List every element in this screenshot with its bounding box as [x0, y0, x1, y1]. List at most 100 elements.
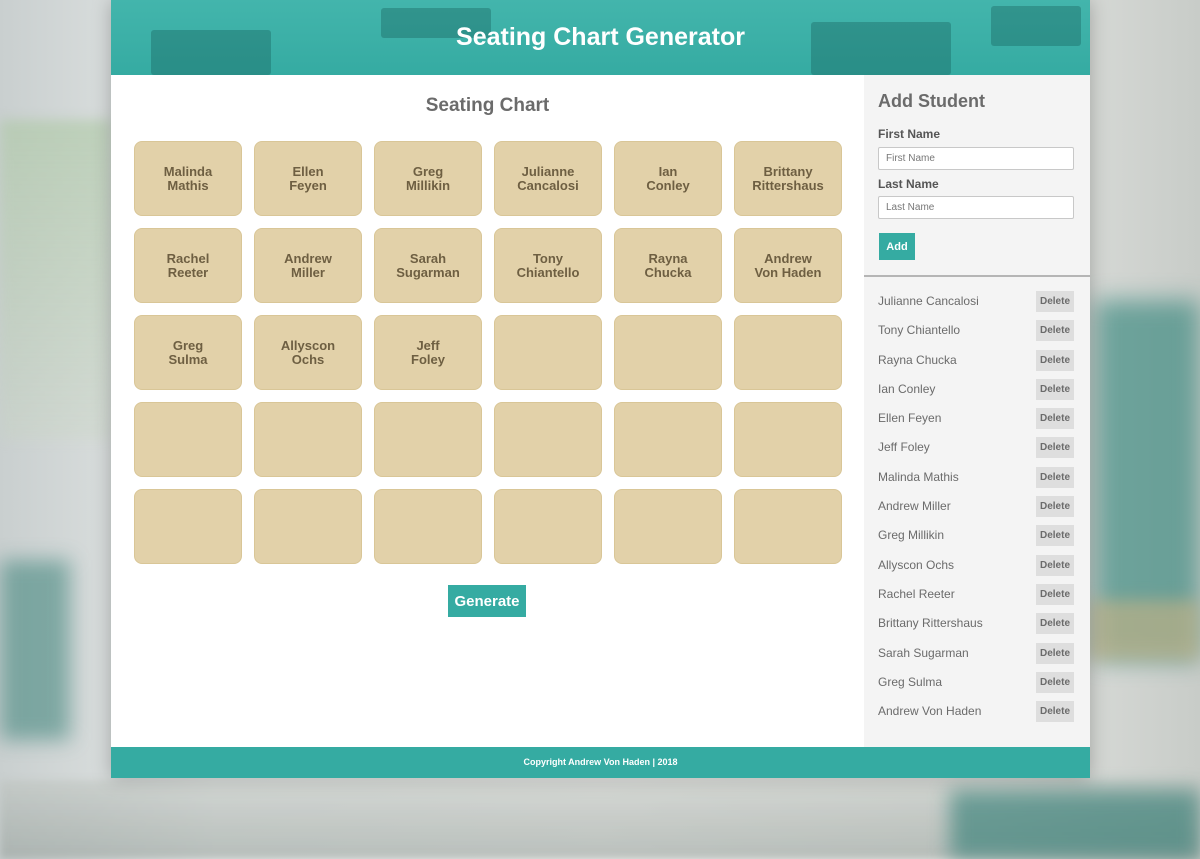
delete-button[interactable]: Delete — [1036, 613, 1074, 635]
seat — [614, 402, 722, 477]
seating-chart-panel: Seating Chart Malinda Mathis Ellen Feyen Gre… — [111, 75, 864, 747]
seat-last-name: Chucka — [644, 264, 692, 280]
delete-button[interactable]: Delete — [1036, 671, 1074, 693]
list-item: Sarah Sugarman Delete — [864, 641, 1090, 670]
student-name: Greg Sulma — [878, 674, 943, 689]
seat-last-name: Miller — [291, 264, 325, 280]
seat — [614, 489, 722, 564]
seat-last-name: Sugarman — [396, 264, 460, 280]
seat-last-name: Feyen — [289, 177, 327, 193]
first-name-input[interactable] — [878, 147, 1074, 170]
list-item: Greg Sulma Delete — [864, 670, 1090, 699]
footer: Copyright Andrew Von Haden | 2018 — [111, 747, 1090, 778]
list-item: Rachel Reeter Delete — [864, 582, 1090, 611]
student-name: Andrew Von Haden — [878, 704, 982, 719]
seat-last-name: Rittershaus — [752, 177, 824, 193]
generate-button[interactable]: Generate — [448, 585, 526, 617]
list-item: Malinda Mathis Delete — [864, 465, 1090, 494]
seat: Rayna Chucka — [614, 228, 722, 303]
seat — [134, 489, 242, 564]
seat — [254, 402, 362, 477]
seat-first-name: Ellen — [292, 163, 324, 179]
list-item: Greg Millikin Delete — [864, 523, 1090, 552]
seat-first-name: Rayna — [648, 250, 688, 266]
student-name: Greg Millikin — [878, 528, 945, 543]
seat: Rachel Reeter — [134, 228, 242, 303]
list-item: Jeff Foley Delete — [864, 435, 1090, 464]
seat — [134, 402, 242, 477]
seat-first-name: Tony — [532, 250, 564, 266]
seat-first-name: Andrew — [284, 250, 332, 266]
list-item: Ellen Feyen Delete — [864, 406, 1090, 435]
seat-first-name: Julianne — [521, 163, 575, 179]
delete-button[interactable]: Delete — [1036, 349, 1074, 371]
seat: Tony Chiantello — [494, 228, 602, 303]
seat-first-name: Sarah — [409, 250, 447, 266]
last-name-input[interactable] — [878, 196, 1074, 219]
seat — [254, 489, 362, 564]
student-sidebar: Add Student First Name Last Name Add Jul… — [864, 75, 1090, 747]
delete-button[interactable]: Delete — [1036, 320, 1074, 342]
seat-grid: Malinda Mathis Ellen Feyen Greg Millikin Julia… — [134, 141, 842, 564]
list-item: Tony Chiantello Delete — [864, 318, 1090, 347]
last-name-label: Last Name — [878, 177, 939, 191]
seat-last-name: Von Haden — [754, 264, 822, 280]
list-item: Julianne Cancalosi Delete — [864, 289, 1090, 318]
seat: Greg Millikin — [374, 141, 482, 216]
seat-first-name: Brittany — [763, 163, 813, 179]
background-blur-teal-right — [1095, 300, 1200, 660]
app-window: Seating Chart Generator Seating Chart Ma… — [111, 0, 1090, 778]
student-name: Ian Conley — [878, 381, 936, 396]
background-blur-left — [0, 120, 111, 440]
seat-first-name: Allyscon — [280, 337, 336, 353]
student-name: Jeff Foley — [878, 440, 930, 455]
seat-last-name: Ochs — [291, 351, 325, 367]
seat-last-name: Millikin — [405, 177, 451, 193]
seat — [734, 402, 842, 477]
delete-button[interactable]: Delete — [1036, 378, 1074, 400]
background-blur-wood — [1090, 600, 1200, 660]
list-item: Brittany Rittershaus Delete — [864, 611, 1090, 640]
delete-button[interactable]: Delete — [1036, 583, 1074, 605]
seat: Brittany Rittershaus — [734, 141, 842, 216]
seat: Sarah Sugarman — [374, 228, 482, 303]
seat-first-name: Jeff — [416, 337, 440, 353]
delete-button[interactable]: Delete — [1036, 408, 1074, 430]
student-name: Rachel Reeter — [878, 586, 955, 601]
seat-first-name: Rachel — [166, 250, 210, 266]
delete-button[interactable]: Delete — [1036, 525, 1074, 547]
delete-button[interactable]: Delete — [1036, 291, 1074, 312]
delete-button[interactable]: Delete — [1036, 437, 1074, 459]
add-student-button[interactable]: Add — [879, 233, 915, 260]
delete-button[interactable]: Delete — [1036, 642, 1074, 664]
student-name: Tony Chiantello — [878, 323, 961, 338]
student-name: Malinda Mathis — [878, 469, 959, 484]
student-name: Brittany Rittershaus — [878, 616, 983, 631]
app-title: Seating Chart Generator — [456, 23, 745, 51]
seat-last-name: Cancalosi — [517, 177, 579, 193]
list-item: Ian Conley Delete — [864, 377, 1090, 406]
seat: Allyscon Ochs — [254, 315, 362, 390]
delete-button[interactable]: Delete — [1036, 496, 1074, 518]
seat — [494, 489, 602, 564]
student-name: Rayna Chucka — [878, 352, 957, 367]
delete-button[interactable]: Delete — [1036, 701, 1074, 723]
add-student-title: Add Student — [878, 91, 985, 111]
seat — [374, 489, 482, 564]
student-name: Allyscon Ochs — [878, 557, 955, 572]
seat — [734, 489, 842, 564]
seat-first-name: Greg — [172, 337, 204, 353]
seat — [374, 402, 482, 477]
seat-first-name: Ian — [658, 163, 678, 179]
sidebar-divider — [864, 275, 1090, 277]
delete-button[interactable]: Delete — [1036, 466, 1074, 488]
background-blur-teal-bottom — [950, 790, 1200, 859]
delete-button[interactable]: Delete — [1036, 554, 1074, 576]
header-banner: Seating Chart Generator — [111, 0, 1090, 75]
seat-first-name: Andrew — [764, 250, 812, 266]
student-name: Andrew Miller — [878, 499, 951, 514]
seat — [494, 402, 602, 477]
seat — [614, 315, 722, 390]
seat: Andrew Miller — [254, 228, 362, 303]
seat-first-name: Malinda — [163, 163, 213, 179]
